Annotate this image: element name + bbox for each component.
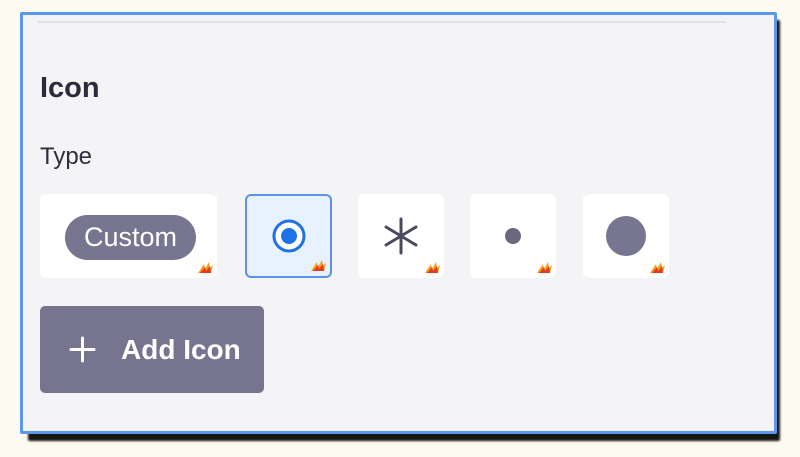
section-title: Icon	[40, 72, 100, 104]
divider	[37, 21, 726, 23]
flame-badge-icon	[311, 260, 326, 271]
flame-badge-icon	[425, 262, 440, 273]
add-icon-label: Add Icon	[121, 333, 241, 365]
asterisk-icon	[384, 217, 418, 255]
icon-type-option-radio[interactable]	[245, 194, 332, 278]
plus-icon	[69, 336, 96, 363]
icon-type-option-custom[interactable]: Custom	[40, 194, 217, 278]
icon-type-option-large-circle[interactable]	[583, 194, 669, 278]
type-label: Type	[40, 143, 93, 170]
icon-settings-panel: Icon Type Custom Add Icon	[20, 12, 777, 434]
custom-pill-label: Custom	[65, 215, 196, 260]
icon-type-option-asterisk[interactable]	[358, 194, 444, 278]
flame-badge-icon	[198, 262, 213, 273]
small-dot-icon	[505, 228, 521, 244]
large-circle-icon	[606, 216, 646, 256]
flame-badge-icon	[537, 262, 552, 273]
radio-button-icon	[272, 219, 305, 253]
add-icon-button[interactable]: Add Icon	[40, 306, 264, 393]
flame-badge-icon	[650, 262, 665, 273]
icon-type-option-small-dot[interactable]	[470, 194, 556, 278]
